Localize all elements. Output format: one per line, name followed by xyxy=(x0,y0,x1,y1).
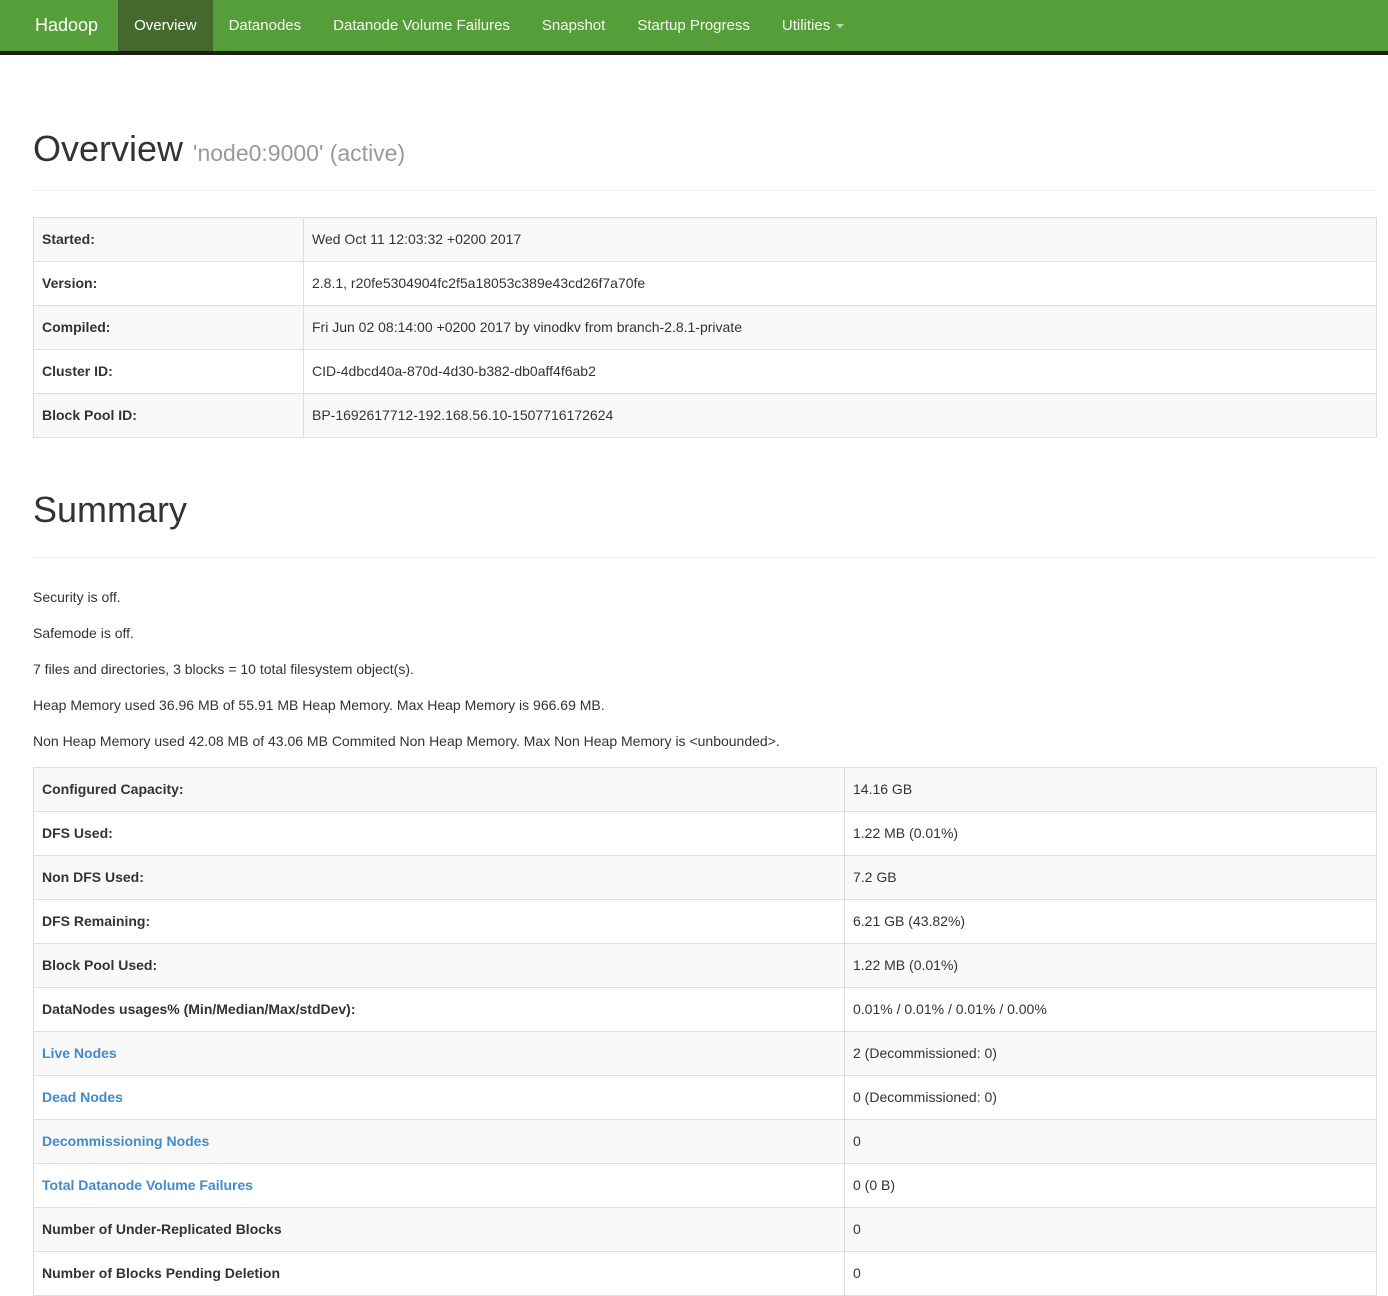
summary-title: Summary xyxy=(33,490,1377,530)
summary-page-header: Summary xyxy=(33,490,1377,559)
summary-value: 2 (Decommissioned: 0) xyxy=(845,1032,1377,1076)
nav-link-snapshot[interactable]: Snapshot xyxy=(526,0,621,51)
summary-label: Number of Blocks Pending Deletion xyxy=(34,1252,845,1296)
nav-link-utilities[interactable]: Utilities xyxy=(766,0,860,51)
table-row: Version:2.8.1, r20fe5304904fc2f5a18053c3… xyxy=(34,261,1377,305)
info-value: BP-1692617712-192.168.56.10-150771617262… xyxy=(304,393,1377,437)
summary-label: Number of Under-Replicated Blocks xyxy=(34,1208,845,1252)
table-row: Block Pool Used:1.22 MB (0.01%) xyxy=(34,944,1377,988)
overview-info-table: Started:Wed Oct 11 12:03:32 +0200 2017Ve… xyxy=(33,217,1377,438)
info-value: 2.8.1, r20fe5304904fc2f5a18053c389e43cd2… xyxy=(304,261,1377,305)
overview-page-header: Overview 'node0:9000' (active) xyxy=(33,129,1377,191)
info-label: Version: xyxy=(34,261,304,305)
main-content: Overview 'node0:9000' (active) Started:W… xyxy=(0,129,1388,1296)
summary-value: 1.22 MB (0.01%) xyxy=(845,944,1377,988)
summary-value: 0 (Decommissioned: 0) xyxy=(845,1076,1377,1120)
table-row: Non DFS Used:7.2 GB xyxy=(34,856,1377,900)
info-label: Started: xyxy=(34,217,304,261)
nav-link-label: Snapshot xyxy=(542,17,605,34)
info-label: Compiled: xyxy=(34,305,304,349)
info-value: CID-4dbcd40a-870d-4d30-b382-db0aff4f6ab2 xyxy=(304,349,1377,393)
summary-label: DataNodes usages% (Min/Median/Max/stdDev… xyxy=(34,988,845,1032)
navbar-brand[interactable]: Hadoop xyxy=(0,0,118,51)
summary-label: Decommissioning Nodes xyxy=(34,1120,845,1164)
summary-paragraph: Heap Memory used 36.96 MB of 55.91 MB He… xyxy=(33,695,1377,715)
nav-item-utilities: Utilities xyxy=(766,0,860,51)
summary-value: 0 xyxy=(845,1252,1377,1296)
summary-value: 0 (0 B) xyxy=(845,1164,1377,1208)
summary-label: DFS Remaining: xyxy=(34,900,845,944)
table-row: Decommissioning Nodes 0 xyxy=(34,1120,1377,1164)
live-nodes-link[interactable]: Live Nodes xyxy=(42,1045,117,1061)
nav-item-startup-progress: Startup Progress xyxy=(621,0,766,51)
summary-label: Live Nodes xyxy=(34,1032,845,1076)
table-row: DFS Used:1.22 MB (0.01%) xyxy=(34,812,1377,856)
summary-value: 6.21 GB (43.82%) xyxy=(845,900,1377,944)
table-row: Number of Blocks Pending Deletion0 xyxy=(34,1252,1377,1296)
nav-link-overview[interactable]: Overview xyxy=(118,0,213,51)
namenode-address-status: 'node0:9000' (active) xyxy=(193,140,405,166)
nav-item-snapshot: Snapshot xyxy=(526,0,621,51)
table-row: Total Datanode Volume Failures 0 (0 B) xyxy=(34,1164,1377,1208)
nav-link-datanode-volume-failures[interactable]: Datanode Volume Failures xyxy=(317,0,526,51)
nav-item-overview: Overview xyxy=(118,0,213,51)
summary-value: 1.22 MB (0.01%) xyxy=(845,812,1377,856)
nav-link-datanodes[interactable]: Datanodes xyxy=(213,0,318,51)
nav-item-datanode-volume-failures: Datanode Volume Failures xyxy=(317,0,526,51)
summary-paragraph: Security is off. xyxy=(33,587,1377,607)
summary-value: 0.01% / 0.01% / 0.01% / 0.00% xyxy=(845,988,1377,1032)
summary-table: Configured Capacity:14.16 GBDFS Used:1.2… xyxy=(33,767,1377,1296)
dead-nodes-link[interactable]: Dead Nodes xyxy=(42,1089,123,1105)
table-row: Block Pool ID:BP-1692617712-192.168.56.1… xyxy=(34,393,1377,437)
nav-link-startup-progress[interactable]: Startup Progress xyxy=(621,0,766,51)
nav-link-label: Startup Progress xyxy=(637,17,750,34)
table-row: Number of Under-Replicated Blocks0 xyxy=(34,1208,1377,1252)
summary-value: 7.2 GB xyxy=(845,856,1377,900)
summary-value: 0 xyxy=(845,1208,1377,1252)
nav-item-datanodes: Datanodes xyxy=(213,0,318,51)
table-row: Compiled:Fri Jun 02 08:14:00 +0200 2017 … xyxy=(34,305,1377,349)
table-row: Started:Wed Oct 11 12:03:32 +0200 2017 xyxy=(34,217,1377,261)
table-row: DFS Remaining:6.21 GB (43.82%) xyxy=(34,900,1377,944)
table-row: Dead Nodes 0 (Decommissioned: 0) xyxy=(34,1076,1377,1120)
page-title-text: Overview xyxy=(33,128,183,169)
navbar-menu: Overview Datanodes Datanode Volume Failure… xyxy=(118,0,860,51)
nav-link-label: Datanode Volume Failures xyxy=(333,17,510,34)
summary-label: Block Pool Used: xyxy=(34,944,845,988)
summary-paragraphs: Security is off. Safemode is off. 7 files … xyxy=(33,587,1377,751)
summary-value: 14.16 GB xyxy=(845,768,1377,812)
navbar: Hadoop Overview Datanodes Datanode Volume … xyxy=(0,0,1388,55)
decommissioning-nodes-link[interactable]: Decommissioning Nodes xyxy=(42,1133,209,1149)
summary-paragraph: Non Heap Memory used 42.08 MB of 43.06 M… xyxy=(33,731,1377,751)
nav-link-label: Overview xyxy=(134,17,197,34)
summary-paragraph: 7 files and directories, 3 blocks = 10 t… xyxy=(33,659,1377,679)
info-value: Fri Jun 02 08:14:00 +0200 2017 by vinodk… xyxy=(304,305,1377,349)
table-row: Cluster ID:CID-4dbcd40a-870d-4d30-b382-d… xyxy=(34,349,1377,393)
nav-link-label: Datanodes xyxy=(229,17,302,34)
page-title: Overview 'node0:9000' (active) xyxy=(33,129,1377,169)
summary-label: Configured Capacity: xyxy=(34,768,845,812)
table-row: DataNodes usages% (Min/Median/Max/stdDev… xyxy=(34,988,1377,1032)
chevron-down-icon xyxy=(836,24,844,28)
info-label: Block Pool ID: xyxy=(34,393,304,437)
info-value: Wed Oct 11 12:03:32 +0200 2017 xyxy=(304,217,1377,261)
table-row: Configured Capacity:14.16 GB xyxy=(34,768,1377,812)
summary-label: Non DFS Used: xyxy=(34,856,845,900)
nav-link-label: Utilities xyxy=(782,17,830,34)
total-datanode-volume-failures-link[interactable]: Total Datanode Volume Failures xyxy=(42,1177,253,1193)
summary-label: DFS Used: xyxy=(34,812,845,856)
summary-label: Dead Nodes xyxy=(34,1076,845,1120)
table-row: Live Nodes 2 (Decommissioned: 0) xyxy=(34,1032,1377,1076)
summary-label: Total Datanode Volume Failures xyxy=(34,1164,845,1208)
summary-paragraph: Safemode is off. xyxy=(33,623,1377,643)
summary-value: 0 xyxy=(845,1120,1377,1164)
info-label: Cluster ID: xyxy=(34,349,304,393)
